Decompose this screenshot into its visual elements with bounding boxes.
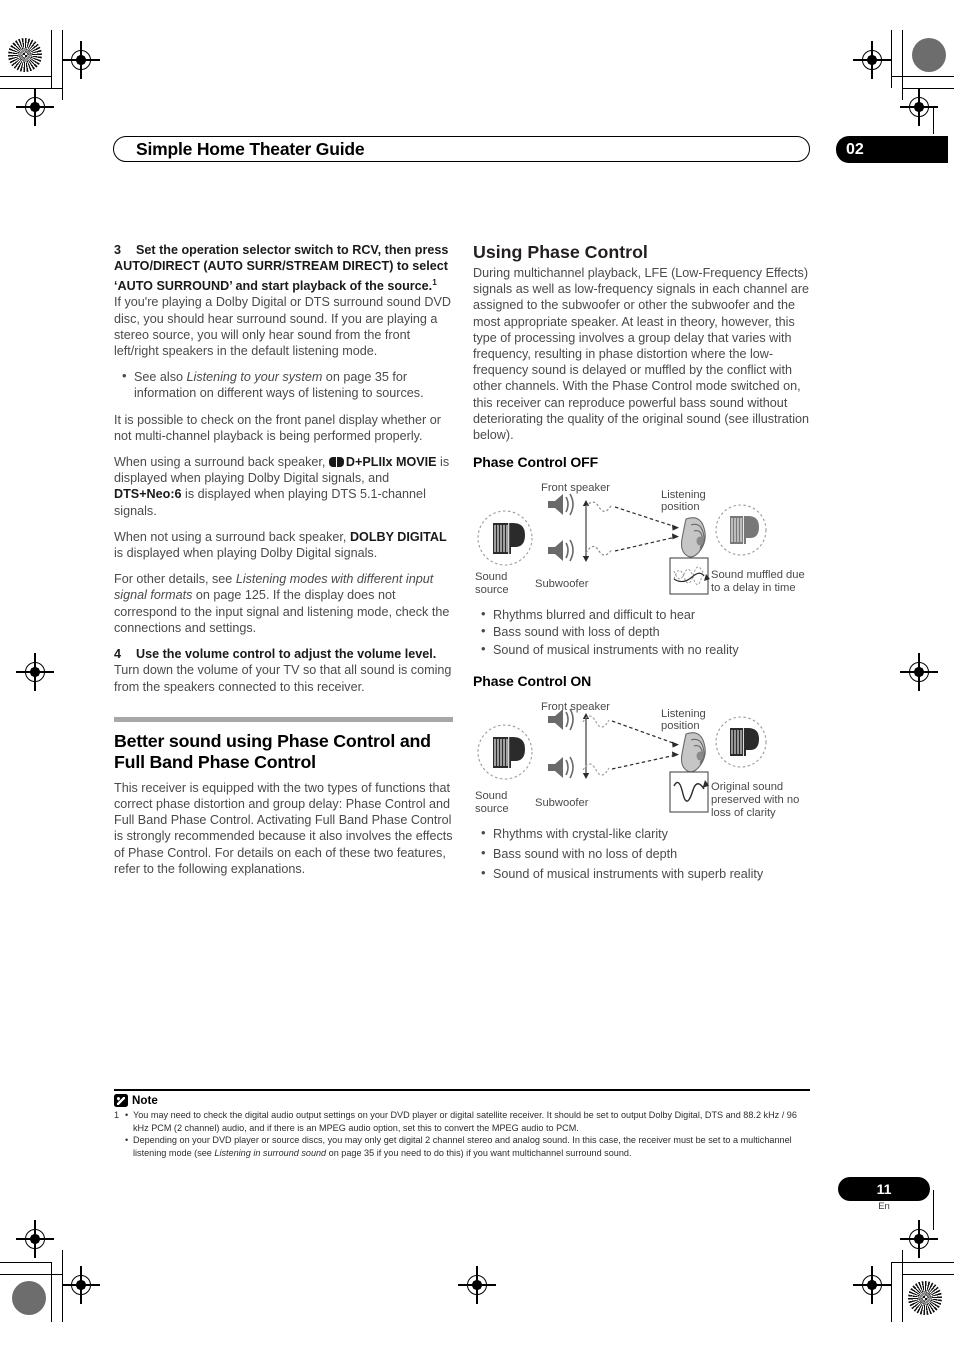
label-sound-source-1-off: Sound	[475, 571, 507, 583]
paragraph-check-display: It is possible to check on the front pan…	[114, 412, 441, 443]
heading-phase-control-off: Phase Control OFF	[473, 454, 599, 471]
list-item: Bass sound with no loss of depth	[473, 845, 812, 862]
note-items: You may need to check the digital audio …	[125, 1109, 810, 1159]
section-paragraph-better-sound: This receiver is equipped with the two t…	[114, 780, 453, 876]
heading-phase-control-on: Phase Control ON	[473, 672, 592, 689]
diagram-phase-control-on: Front speaker Listening position Sound s…	[473, 694, 812, 822]
step-4-number: 4	[114, 647, 122, 662]
subwoofer-icon	[548, 756, 574, 779]
note-divider	[114, 1089, 810, 1092]
note-block: Note 1 You may need to check the digital…	[114, 1089, 810, 1159]
sb-bold-mode-1: D+PLIIx MOVIE	[345, 455, 437, 470]
chapter-badge: 02	[836, 136, 948, 163]
note-label: Note	[132, 1094, 158, 1108]
label-result-1-off: Sound muffled due	[711, 569, 805, 581]
note-item2-suffix: on page 35 if you need to do this) if yo…	[326, 1147, 632, 1158]
step-4-heading-text: Use the volume control to adjust the vol…	[136, 647, 437, 662]
label-result-2-off: to a delay in time	[711, 582, 796, 594]
step-3-number: 3	[114, 243, 122, 257]
label-result-3-on: loss of clarity	[711, 807, 776, 819]
ear-icon	[680, 517, 706, 558]
sb-prefix: When using a surround back speaker,	[114, 455, 329, 470]
dolby-double-d-icon	[328, 457, 345, 468]
page-number-badge: 11	[838, 1177, 930, 1201]
section-divider-bar	[114, 716, 453, 722]
label-subwoofer-off: Subwoofer	[535, 578, 589, 590]
paragraph-no-surround-back: When not using a surround back speaker, …	[114, 529, 453, 561]
note-item2-italic-ref: Listening in surround sound	[214, 1147, 327, 1158]
diagram-phase-control-off: Front speaker Listening position Sound s…	[473, 475, 812, 603]
note-number: 1	[114, 1110, 120, 1121]
nosb-suffix: is displayed when playing Dolby Digital …	[114, 546, 378, 561]
list-item: Rhythms with crystal-like clarity	[473, 825, 812, 842]
list-item: Rhythms blurred and difficult to hear	[473, 606, 812, 623]
phase-off-bullet-list: Rhythms blurred and difficult to hear Ba…	[473, 606, 812, 658]
bullet-italic-ref: Listening to your system	[186, 370, 323, 385]
note-item: You may need to check the digital audio …	[125, 1109, 810, 1134]
page-header: Simple Home Theater Guide	[113, 136, 810, 162]
ear-icon	[680, 731, 706, 773]
label-result-2-on: preserved with no	[711, 794, 799, 806]
other-prefix: For other details, see	[114, 572, 236, 587]
phase-on-bullet-list: Rhythms with crystal-like clarity Bass s…	[473, 825, 812, 883]
list-item: Sound of musical instruments with no rea…	[473, 641, 812, 658]
nosb-bold-mode: DOLBY DIGITAL	[349, 529, 447, 544]
label-listening-1-on: Listening	[661, 708, 706, 720]
label-front-speaker-off: Front speaker	[541, 482, 610, 494]
step-3-paragraph: If you're playing a Dolby Digital or DTS…	[114, 295, 451, 359]
list-item: See also Listening to your system on pag…	[114, 368, 453, 401]
note-item: Depending on your DVD player or source d…	[125, 1134, 810, 1159]
label-result-1-on: Original sound	[711, 781, 783, 793]
label-listening-2-off: position	[661, 501, 700, 513]
page-language-code: En	[878, 1201, 890, 1212]
step-4-paragraph: Turn down the volume of your TV so that …	[114, 663, 452, 694]
step-3-bullet-list: See also Listening to your system on pag…	[114, 368, 453, 401]
label-sound-source-2-off: source	[475, 584, 509, 596]
section-heading-better-sound: Better sound using Phase Control and Ful…	[114, 730, 431, 772]
note-body: 1 You may need to check the digital audi…	[114, 1109, 810, 1159]
label-subwoofer-on: Subwoofer	[535, 797, 589, 809]
page-title: Simple Home Theater Guide	[136, 139, 365, 159]
list-item: Bass sound with loss of depth	[473, 623, 812, 640]
list-item: Sound of musical instruments with superb…	[473, 865, 812, 882]
footnote-marker-1: 1	[432, 277, 437, 287]
pencil-note-icon	[114, 1094, 128, 1108]
step-4-heading: 4 Use the volume control to adjust the vo…	[114, 646, 453, 662]
sb-bold-mode-2: DTS+Neo:6	[114, 487, 182, 502]
left-column: 3 Set the operation selector switch to RC…	[114, 242, 453, 887]
using-phase-control-intro: During multichannel playback, LFE (Low-F…	[473, 266, 810, 443]
page-number: 11	[876, 1181, 892, 1197]
section-heading-using-phase-control: Using Phase Control	[473, 242, 648, 262]
paragraph-surround-back: When using a surround back speaker, D+PL…	[114, 454, 453, 519]
label-front-speaker-on: Front speaker	[541, 701, 610, 713]
bullet-prefix: See also	[134, 370, 187, 385]
step-3-heading: 3 Set the operation selector switch to RC…	[114, 242, 453, 294]
chapter-number: 02	[846, 140, 864, 158]
front-speaker-icon	[548, 493, 574, 516]
label-sound-source-2-on: source	[475, 803, 509, 815]
label-listening-2-on: position	[661, 720, 700, 732]
nosb-prefix: When not using a surround back speaker,	[114, 529, 350, 544]
subwoofer-icon	[548, 539, 574, 562]
note-header: Note	[114, 1094, 810, 1108]
label-listening-1-off: Listening	[661, 489, 706, 501]
step-3-heading-text: Set the operation selector switch to RCV…	[114, 243, 449, 293]
paragraph-other-details: For other details, see Listening modes w…	[114, 571, 453, 636]
label-sound-source-1-on: Sound	[475, 790, 507, 802]
document-page: Simple Home Theater Guide 02 3 Set the op…	[0, 0, 954, 1351]
right-column: Using Phase Control During multichannel …	[473, 242, 812, 892]
